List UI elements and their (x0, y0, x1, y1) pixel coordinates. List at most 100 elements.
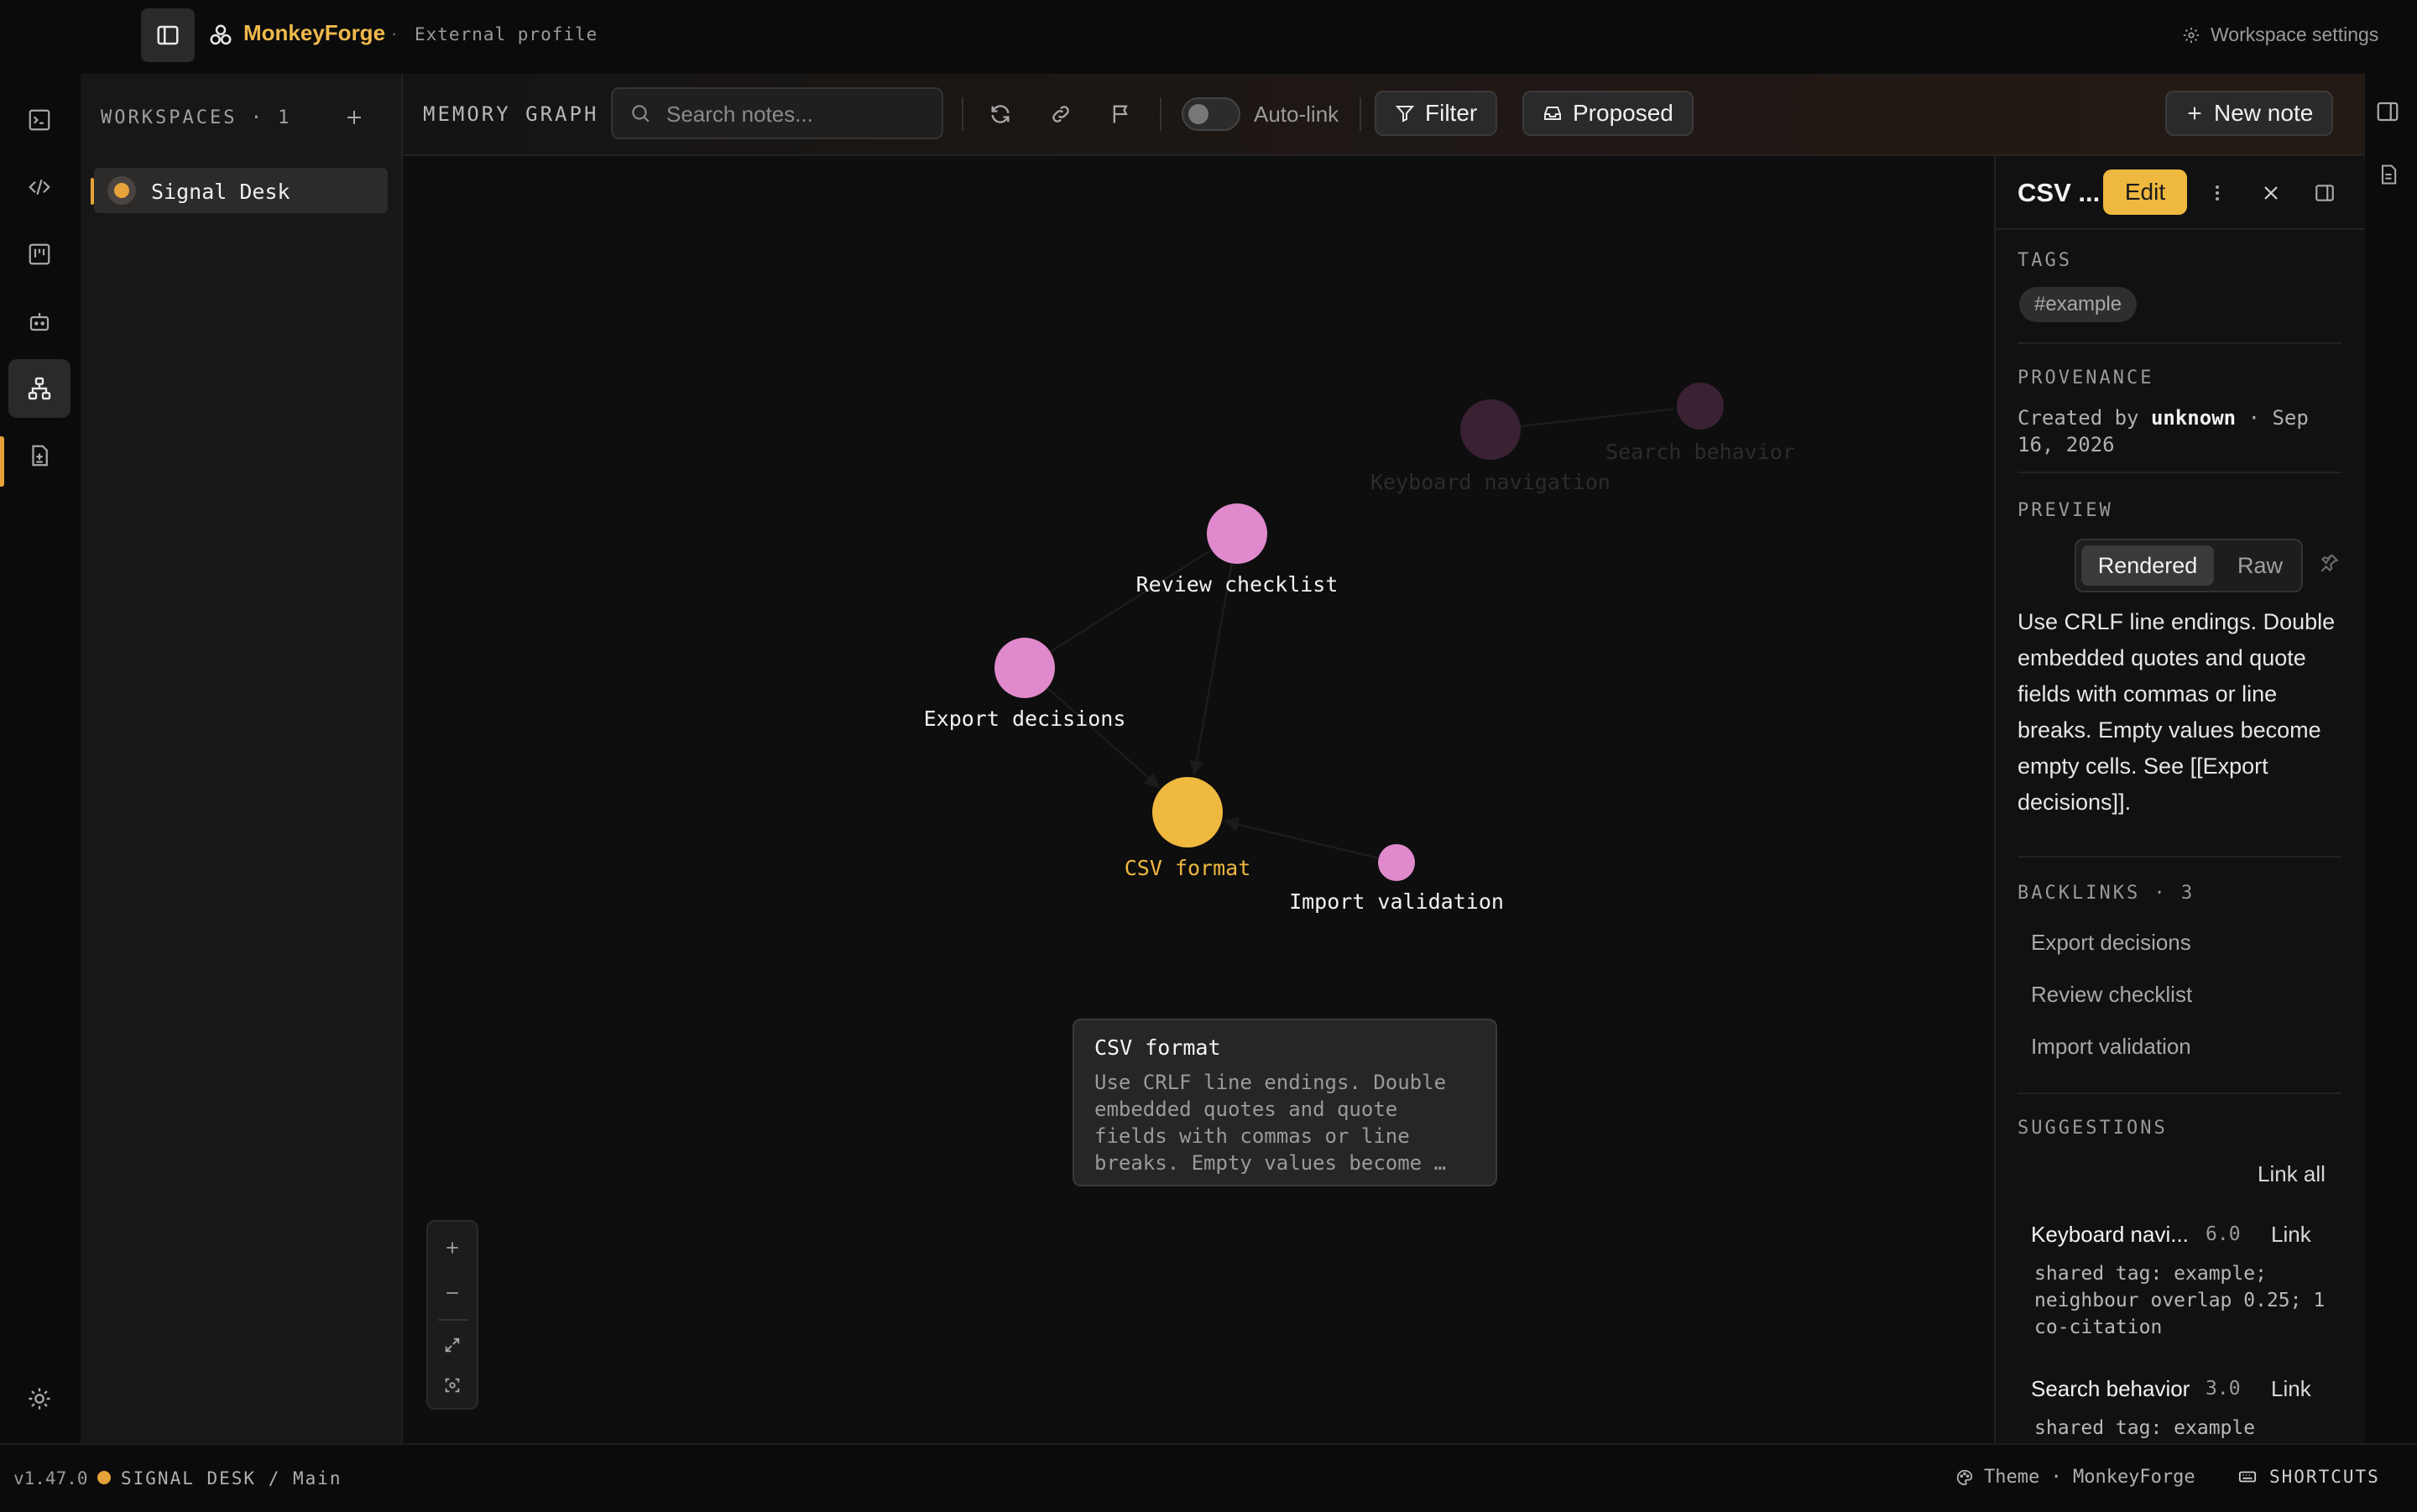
top-bar: MonkeyForge · External profile Workspace… (0, 0, 2417, 72)
toggle-knob (1188, 104, 1208, 124)
filter-button[interactable]: Filter (1375, 91, 1498, 136)
tag-chip[interactable]: #example (2019, 287, 2138, 322)
note-detail-panel: CSV ... Edit TAGS #example PROVENANCE Cr… (1994, 156, 2365, 1443)
graph-canvas[interactable]: Keyboard navigation Search behavior Review… (403, 156, 1994, 1443)
center-view-button[interactable] (431, 1364, 473, 1406)
preview-heading: PREVIEW (2018, 500, 2113, 521)
graph-node-search[interactable] (1677, 383, 1724, 430)
rendered-mode-button[interactable]: Rendered (2081, 545, 2214, 586)
app-name: MonkeyForge (243, 20, 386, 45)
refresh-button[interactable] (982, 96, 1019, 133)
zoom-divider (438, 1319, 468, 1321)
toolbar-divider (1160, 97, 1162, 131)
rail-memory-graph-button[interactable] (8, 359, 70, 418)
shortcuts-button[interactable]: SHORTCUTS (2237, 1467, 2380, 1487)
graph-node-label: Export decisions (923, 706, 1126, 731)
autolink-toggle[interactable] (1182, 97, 1240, 131)
rail-settings-button[interactable] (8, 1369, 70, 1428)
backlink-item[interactable]: Import validation (2031, 1034, 2191, 1060)
theme-button[interactable]: Theme · MonkeyForge (1955, 1467, 2195, 1488)
toggle-right-panel-button[interactable] (2375, 99, 2400, 124)
zoom-out-button[interactable] (431, 1272, 473, 1314)
tags-heading: TAGS (2018, 250, 2072, 271)
graph-node-review[interactable] (1207, 503, 1267, 564)
edit-button[interactable]: Edit (2103, 169, 2187, 215)
close-button[interactable] (2254, 176, 2288, 210)
zoom-controls (426, 1220, 478, 1410)
link-all-button[interactable]: Link all (2258, 1161, 2326, 1187)
workspace-name: Signal Desk (151, 180, 290, 204)
rail-notes-button[interactable] (8, 426, 70, 485)
new-note-button[interactable]: New note (2165, 91, 2334, 136)
workspace-status-dot (97, 1471, 111, 1484)
collapse-panel-button[interactable] (2308, 176, 2341, 210)
tooltip-body: Use CRLF line endings. Double embedded q… (1094, 1071, 1447, 1175)
document-button[interactable] (2377, 163, 2400, 186)
plus-icon (446, 1242, 458, 1254)
flag-icon (1113, 105, 1128, 123)
link-button[interactable] (1042, 96, 1079, 133)
code-icon (29, 179, 50, 196)
focus-icon (445, 1378, 460, 1393)
rail-board-button[interactable] (8, 225, 70, 284)
refresh-icon (991, 105, 1010, 123)
more-options-button[interactable] (2200, 176, 2234, 210)
provenance-author: unknown (2150, 406, 2237, 430)
suggestion-name[interactable]: Keyboard navi... (2031, 1222, 2189, 1248)
workspaces-heading: WORKSPACES · 1 (101, 107, 292, 128)
left-rail (0, 72, 79, 1443)
add-workspace-button[interactable] (336, 99, 373, 136)
proposed-button[interactable]: Proposed (1522, 91, 1694, 136)
plus-icon (2188, 107, 2201, 120)
expand-icon (445, 1337, 460, 1353)
autolink-label: Auto-link (1254, 102, 1339, 127)
graph-node-import[interactable] (1378, 844, 1415, 881)
pin-button[interactable] (2318, 552, 2340, 574)
brand-separator: · (391, 23, 398, 44)
graph-edge-export-csv (1047, 686, 1160, 788)
status-bar: v1.47.0 SIGNAL DESK / Main Theme · Monke… (0, 1443, 2417, 1512)
rail-code-button[interactable] (8, 158, 70, 216)
graph-node-export[interactable] (994, 638, 1055, 698)
flag-button[interactable] (1103, 96, 1140, 133)
workspace-settings-label: Workspace settings (2211, 23, 2379, 45)
palette-icon (1956, 1469, 1973, 1485)
backlink-item[interactable]: Review checklist (2031, 982, 2192, 1008)
file-plus-icon (32, 445, 48, 467)
keyboard-icon (2238, 1471, 2257, 1483)
rail-terminal-button[interactable] (8, 91, 70, 149)
suggestion-link-button[interactable]: Link (2271, 1376, 2311, 1402)
sidebar-toggle-button[interactable] (141, 8, 195, 62)
backlink-item[interactable]: Export decisions (2031, 930, 2191, 956)
right-rail (2365, 74, 2417, 1443)
node-tooltip: CSV format Use CRLF line endings. Double… (1073, 1019, 1497, 1186)
workspace-item[interactable]: Signal Desk (91, 168, 388, 213)
suggestion-name[interactable]: Search behavior (2031, 1376, 2190, 1402)
graph-edge-import-csv (1224, 816, 1379, 860)
zoom-in-button[interactable] (431, 1227, 473, 1269)
filter-label: Filter (1425, 100, 1478, 126)
section-divider (2018, 342, 2341, 344)
workspace-active-indicator (91, 178, 94, 205)
section-divider (2018, 1092, 2341, 1094)
provenance-prefix: Created by (2018, 406, 2139, 430)
provenance-heading: PROVENANCE (2018, 368, 2154, 388)
raw-mode-button[interactable]: Raw (2226, 545, 2294, 586)
plus-icon (347, 111, 361, 124)
preview-text: Use CRLF line endings. Double embedded q… (2018, 609, 2336, 815)
toolbar-title: MEMORY GRAPH (423, 102, 599, 126)
rail-agent-button[interactable] (8, 292, 70, 351)
profile-label: External profile (415, 24, 598, 44)
pin-icon (2320, 554, 2339, 572)
fit-view-button[interactable] (431, 1324, 473, 1366)
workspace-settings-button[interactable]: Workspace settings (2182, 23, 2378, 46)
suggestion-reason: shared tag: example; neighbour overlap 0… (2034, 1263, 2326, 1338)
suggestion-link-button[interactable]: Link (2271, 1222, 2311, 1248)
version-label: v1.47.0 (13, 1468, 88, 1489)
workspace-path: SIGNAL DESK / Main (121, 1468, 342, 1489)
gear-icon (2183, 27, 2200, 43)
theme-label: Theme · MonkeyForge (1984, 1467, 2195, 1488)
search-input[interactable] (665, 97, 937, 131)
graph-node-keyboard[interactable] (1460, 399, 1521, 460)
graph-node-csv[interactable] (1152, 777, 1223, 847)
